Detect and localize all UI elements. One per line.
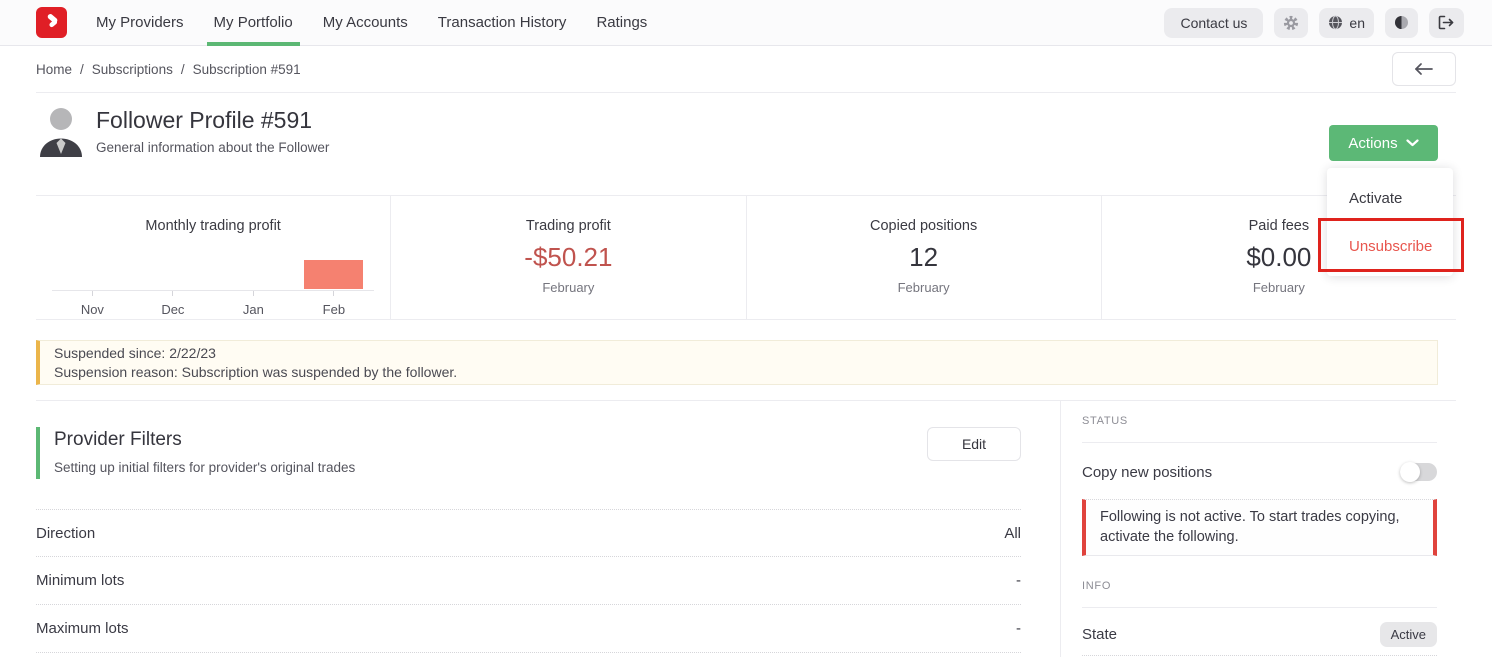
stat-value: $0.00 [1246,242,1311,273]
status-section-header: STATUS [1082,415,1437,443]
provider-filters-table: Direction All Minimum lots - Maximum lot… [36,509,1021,653]
state-row: State Active [1082,620,1437,656]
vertical-divider [1060,401,1061,657]
stat-title: Trading profit [526,218,611,234]
stat-value: -$50.21 [524,242,612,273]
monthly-profit-chart: Nov Dec Jan Feb [52,236,374,317]
month-label-feb: Feb [294,302,375,317]
stat-copied-positions: Copied positions 12 February [747,196,1102,319]
copy-new-positions-label: Copy new positions [1082,464,1212,481]
filter-label: Direction [36,525,95,542]
breadcrumb-row: Home / Subscriptions / Subscription #591 [36,46,1456,93]
page-title: Follower Profile #591 [96,107,329,134]
month-label-jan: Jan [213,302,294,317]
filter-label: Maximum lots [36,620,129,637]
nav-transaction-history[interactable]: Transaction History [431,0,574,45]
menu-item-activate[interactable]: Activate [1327,174,1453,222]
axis-tick [92,291,93,296]
page: My Providers My Portfolio My Accounts Tr… [0,0,1492,657]
state-active-badge: Active [1380,622,1437,647]
filter-row-direction: Direction All [36,509,1021,557]
month-label-dec: Dec [133,302,214,317]
stat-period: February [898,280,950,295]
axis-tick [333,291,334,296]
breadcrumb-separator: / [80,62,84,77]
nav-my-providers[interactable]: My Providers [89,0,191,45]
axis-tick [172,291,173,296]
logout-button[interactable] [1429,8,1464,38]
avatar [36,105,86,157]
stat-trading-profit: Trading profit -$50.21 February [391,196,746,319]
stat-period: February [542,280,594,295]
page-subtitle: General information about the Follower [96,140,329,155]
settings-button[interactable] [1274,8,1308,38]
breadcrumb-current: Subscription #591 [193,62,301,77]
filter-label: Minimum lots [36,572,124,589]
suspension-reason: Suspension reason: Subscription was susp… [54,363,1423,382]
filter-row-minimum-lots: Minimum lots - [36,557,1021,605]
stat-monthly-trading-profit: Monthly trading profit Nov Dec Jan Feb [36,196,391,319]
chevron-down-icon [1406,139,1419,147]
language-button[interactable]: en [1319,8,1374,38]
logout-icon [1438,15,1455,30]
stats-row: Monthly trading profit Nov Dec Jan Feb [36,195,1456,320]
feb-profit-bar [304,260,363,289]
contrast-icon [1394,15,1409,30]
main-nav: My Providers My Portfolio My Accounts Tr… [89,0,670,45]
stat-value: 12 [909,242,938,273]
section-divider [36,400,1456,401]
state-label: State [1082,626,1117,643]
axis-tick [253,291,254,296]
actions-button[interactable]: Actions [1329,125,1438,161]
info-section-header: INFO [1082,580,1437,608]
nav-my-accounts[interactable]: My Accounts [316,0,415,45]
following-inactive-warning: Following is not active. To start trades… [1082,499,1437,556]
back-button[interactable] [1392,52,1456,86]
globe-icon [1328,15,1343,30]
provider-filters-header: Provider Filters Setting up initial filt… [36,427,1021,479]
stat-title: Copied positions [870,218,977,234]
month-label-nov: Nov [52,302,133,317]
chart-month-labels: Nov Dec Jan Feb [52,302,374,317]
filter-value: - [1016,620,1021,637]
provider-filters-subtitle: Setting up initial filters for provider'… [54,460,355,475]
edit-button[interactable]: Edit [927,427,1021,461]
suspension-since: Suspended since: 2/22/23 [54,344,1423,363]
copy-new-positions-toggle[interactable] [1400,463,1437,481]
filter-value: - [1016,572,1021,589]
theme-contrast-button[interactable] [1385,8,1418,38]
nav-ratings[interactable]: Ratings [589,0,654,45]
copy-new-positions-row: Copy new positions [1082,458,1437,486]
actions-button-label: Actions [1348,135,1397,152]
stat-title: Paid fees [1249,218,1309,234]
toggle-knob [1400,462,1420,482]
contact-us-button[interactable]: Contact us [1164,8,1263,38]
arrow-left-icon [1414,63,1434,75]
actions-dropdown-menu: Activate Unsubscribe [1327,168,1453,276]
breadcrumb: Home / Subscriptions / Subscription #591 [36,62,301,77]
nav-my-portfolio[interactable]: My Portfolio [207,0,300,45]
top-navigation-bar: My Providers My Portfolio My Accounts Tr… [0,0,1492,46]
gear-icon [1283,15,1299,31]
breadcrumb-home[interactable]: Home [36,62,72,77]
stat-period: February [1253,280,1305,295]
breadcrumb-subscriptions[interactable]: Subscriptions [92,62,173,77]
brand-logo-icon[interactable] [36,7,67,38]
filter-value: All [1004,525,1021,542]
suspension-warning-banner: Suspended since: 2/22/23 Suspension reas… [36,340,1438,385]
profile-header: Follower Profile #591 General informatio… [36,105,329,157]
chart-title: Monthly trading profit [145,218,280,234]
menu-item-unsubscribe[interactable]: Unsubscribe [1327,222,1453,270]
filter-row-maximum-lots: Maximum lots - [36,605,1021,653]
provider-filters-title: Provider Filters [54,429,355,451]
breadcrumb-separator: / [181,62,185,77]
language-label: en [1349,15,1365,31]
status-sidebar: STATUS Copy new positions Following is n… [1082,415,1437,656]
